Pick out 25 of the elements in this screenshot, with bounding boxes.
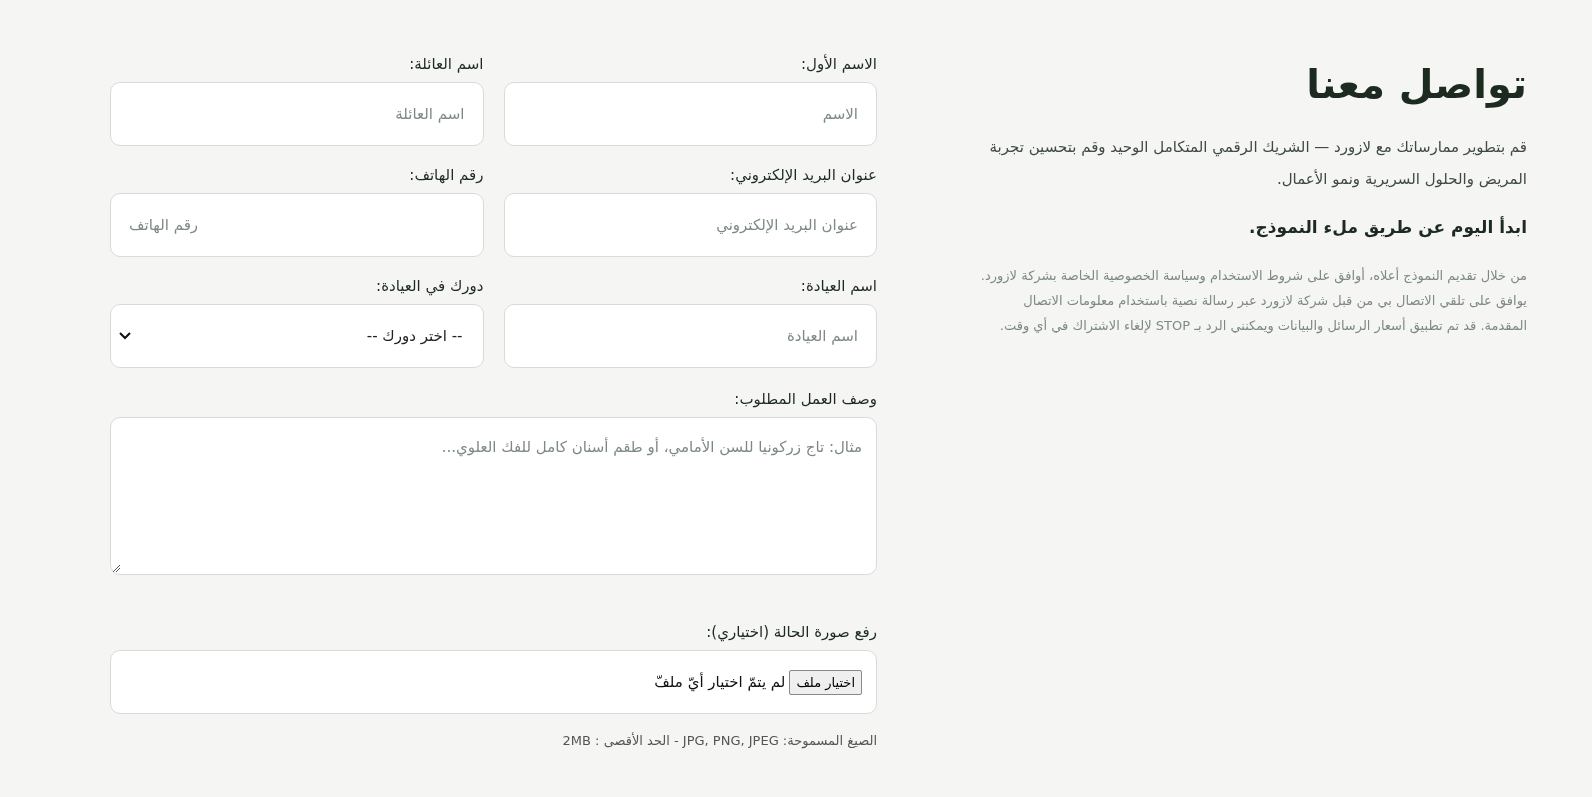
page-title: تواصل معنا xyxy=(1305,61,1527,107)
phone-field[interactable]: رقم الهاتف xyxy=(110,193,484,257)
resize-handle-icon[interactable] xyxy=(112,564,121,573)
input-field[interactable]: عنوان البريد الإلكتروني xyxy=(503,193,877,257)
field-label: وصف العمل المطلوب: xyxy=(733,390,877,408)
field-label: رفع صورة الحالة (اختياري): xyxy=(705,623,877,641)
choose-file-button[interactable]: اختيار ملف xyxy=(789,669,862,695)
consent-text: من خلال تقديم النموذج أعلاه، أوافق على شروط الاستخدام وسياسة الخصوصية الخاصة بشركة لازورد. يوافق على تلقي الاتصال بي من قبل شركة لازورد عبر رسالة نصية باستخدام معلومات الاتصال المقدمة. قد تم تطبيق أسعار الرسائل والبيانات ويمكنني الرد بـ STOP لإلغاء الاشتراك في أي وقت. xyxy=(979,266,1527,336)
intro-text: قم بتطوير ممارساتك مع لازورد — الشريك الرقمي المتكامل الوحيد وقم بتحسين تجربة المريض والحلول السريرية ونمو الأعمال. xyxy=(988,137,1527,190)
field-label: اسم العائلة: xyxy=(408,55,484,73)
file-status: لم يتمّ اختيار أيّ ملفّ xyxy=(654,673,786,691)
upload-hint: الصيغ المسموحة: JPG, PNG, JPEG - الحد الأقصى : 2MB xyxy=(561,733,877,748)
input-field[interactable]: اسم العائلة xyxy=(110,82,484,146)
field-label: عنوان البريد الإلكتروني: xyxy=(729,166,877,184)
chevron-down-icon xyxy=(119,332,131,340)
input-field[interactable]: الاسم xyxy=(503,82,877,146)
field-label: الاسم الأول: xyxy=(800,55,877,73)
field-label: رقم الهاتف: xyxy=(408,166,484,184)
field-label: دورك في العيادة: xyxy=(375,277,484,295)
description-field[interactable]: مثال: تاج زركونيا للسن الأمامي، أو طقم أسنان كامل للفك العلوي... xyxy=(110,417,877,575)
file-upload-field[interactable]: اختيار ملف لم يتمّ اختيار أيّ ملفّ xyxy=(110,650,877,714)
subtitle: ابدأ اليوم عن طريق ملء النموذج. xyxy=(1248,217,1527,237)
role-dropdown[interactable]: -- اختر دورك -- xyxy=(110,304,484,368)
input-field[interactable]: اسم العيادة xyxy=(503,304,877,368)
field-label: اسم العيادة: xyxy=(799,277,877,295)
